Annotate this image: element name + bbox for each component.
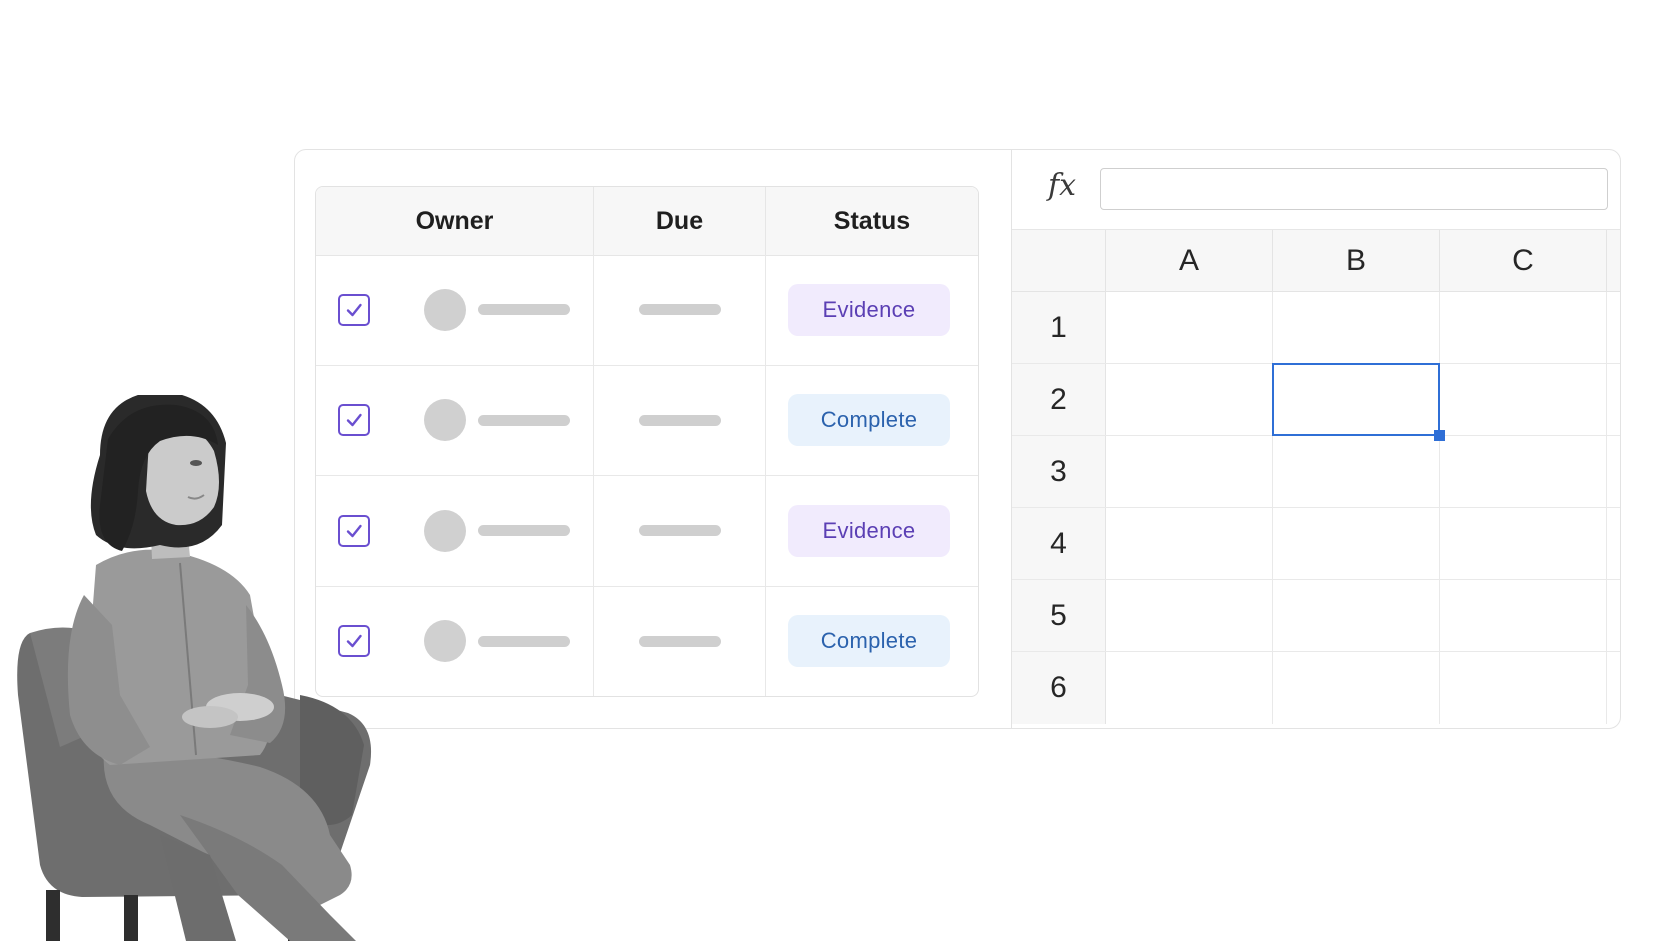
status-cell: Complete	[766, 366, 978, 476]
column-header-row: ABC	[1012, 230, 1620, 292]
cell-c1[interactable]	[1440, 292, 1607, 363]
table-row[interactable]: Evidence	[316, 255, 978, 366]
table-header: Owner Due Status	[316, 187, 978, 256]
cell-a3[interactable]	[1106, 436, 1273, 507]
function-icon: fx	[1048, 168, 1077, 203]
checkmark-icon	[346, 303, 362, 316]
column-header-b[interactable]: B	[1273, 230, 1440, 291]
app-card: Owner Due Status Evidence Complete Evide…	[294, 149, 1621, 729]
grid-row: 3	[1012, 436, 1620, 508]
column-header-owner[interactable]: Owner	[316, 187, 594, 255]
row-header-4[interactable]: 4	[1012, 508, 1106, 579]
status-badge[interactable]: Complete	[788, 615, 950, 668]
cell-a4[interactable]	[1106, 508, 1273, 579]
owner-cell	[316, 255, 594, 365]
grid-row: 5	[1012, 580, 1620, 652]
cell-b2[interactable]	[1272, 363, 1445, 441]
cell-c6[interactable]	[1440, 652, 1607, 724]
status-badge[interactable]: Evidence	[788, 504, 950, 557]
person-illustration	[17, 395, 372, 941]
cell-c5[interactable]	[1440, 580, 1607, 651]
row-checkbox[interactable]	[338, 293, 370, 326]
cell-a2[interactable]	[1106, 364, 1273, 435]
grid-overflow	[1607, 292, 1620, 363]
spreadsheet-pane: fx ABC123456	[1011, 150, 1620, 728]
grid-overflow	[1607, 508, 1620, 579]
cell-c3[interactable]	[1440, 436, 1607, 507]
cell-a5[interactable]	[1106, 580, 1273, 651]
formula-input[interactable]	[1100, 168, 1608, 210]
due-cell	[594, 476, 766, 586]
due-date-placeholder	[638, 525, 721, 537]
status-cell: Evidence	[766, 255, 978, 365]
column-header-a[interactable]: A	[1106, 230, 1273, 291]
grid-overflow	[1607, 652, 1620, 724]
due-date-placeholder	[638, 635, 721, 647]
grid-row: 2	[1012, 363, 1620, 441]
due-date-placeholder	[638, 414, 721, 426]
row-header-2[interactable]: 2	[1012, 364, 1106, 435]
due-date-placeholder	[638, 304, 721, 316]
grid-row: 4	[1012, 508, 1620, 580]
row-header-6[interactable]: 6	[1012, 652, 1106, 724]
cell-a1[interactable]	[1106, 292, 1273, 363]
cell-b5[interactable]	[1273, 580, 1440, 651]
avatar	[424, 509, 466, 552]
due-cell	[594, 255, 766, 365]
status-cell: Evidence	[766, 476, 978, 586]
cell-b1[interactable]	[1273, 292, 1440, 363]
row-header-3[interactable]: 3	[1012, 436, 1106, 507]
status-cell: Complete	[766, 587, 978, 697]
grid-overflow	[1607, 364, 1620, 435]
fill-handle[interactable]	[1434, 430, 1445, 441]
avatar	[424, 620, 466, 663]
due-cell	[594, 586, 766, 696]
select-all-corner[interactable]	[1012, 230, 1106, 291]
formula-bar: fx	[1012, 150, 1620, 230]
status-badge[interactable]: Evidence	[788, 283, 950, 336]
cell-b3[interactable]	[1273, 436, 1440, 507]
grid-overflow	[1607, 580, 1620, 651]
column-header-status[interactable]: Status	[766, 187, 978, 255]
avatar	[424, 288, 466, 331]
cell-b6[interactable]	[1273, 652, 1440, 724]
spreadsheet-grid: ABC123456	[1012, 230, 1620, 728]
column-header-c[interactable]: C	[1440, 230, 1607, 291]
status-badge[interactable]: Complete	[788, 394, 950, 447]
owner-name-placeholder	[478, 414, 570, 426]
avatar	[424, 399, 466, 442]
owner-name-placeholder	[478, 635, 570, 647]
grid-overflow	[1607, 436, 1620, 507]
cell-a6[interactable]	[1106, 652, 1273, 724]
column-header-due[interactable]: Due	[594, 187, 766, 255]
cell-b4[interactable]	[1273, 508, 1440, 579]
row-header-1[interactable]: 1	[1012, 292, 1106, 363]
due-cell	[594, 365, 766, 475]
cell-c2[interactable]	[1440, 364, 1607, 435]
row-header-5[interactable]: 5	[1012, 580, 1106, 651]
grid-row: 6	[1012, 652, 1620, 724]
column-header-overflow	[1607, 230, 1620, 291]
grid-row: 1	[1012, 292, 1620, 364]
cell-c4[interactable]	[1440, 508, 1607, 579]
owner-name-placeholder	[478, 304, 570, 316]
owner-name-placeholder	[478, 525, 570, 537]
